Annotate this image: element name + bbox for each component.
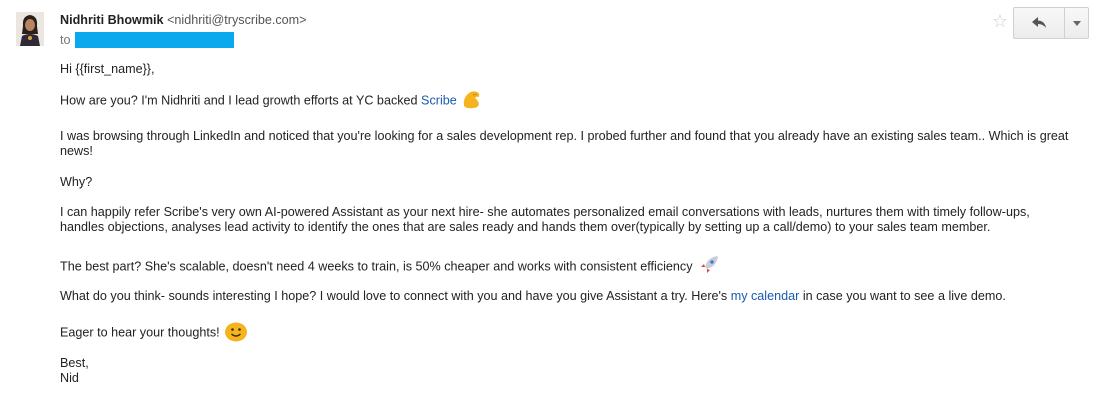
intro-paragraph: How are you? I'm Nidhriti and I lead gro… — [60, 88, 483, 114]
reply-icon — [1032, 17, 1046, 28]
refer-paragraph: I can happily refer Scribe's very own AI… — [60, 205, 1030, 234]
rocket-emoji-icon — [697, 253, 721, 281]
reply-button-group — [1013, 7, 1089, 39]
think-text-after: in case you want to see a live demo. — [799, 289, 1006, 303]
reply-button[interactable] — [1014, 8, 1065, 38]
eager-paragraph: Eager to hear your thoughts! — [60, 320, 248, 346]
browsing-paragraph: I was browsing through LinkedIn and noti… — [60, 129, 1069, 158]
signature: Best, Nid — [60, 356, 89, 386]
best-part-text: The best part? She's scalable, doesn't n… — [60, 259, 693, 274]
sender-line: Nidhriti Bhowmik <nidhriti@tryscribe.com… — [60, 13, 307, 27]
chevron-down-icon — [1072, 20, 1081, 26]
sender-email: <nidhriti@tryscribe.com> — [167, 13, 307, 27]
sender-name[interactable]: Nidhriti Bhowmik — [60, 13, 164, 27]
think-paragraph: What do you think- sounds interesting I … — [60, 289, 1006, 304]
recipient-redacted — [75, 32, 234, 48]
more-options-button[interactable] — [1065, 8, 1088, 38]
eager-text: Eager to hear your thoughts! — [60, 325, 220, 340]
intro-text: How are you? I'm Nidhriti and I lead gro… — [60, 93, 422, 108]
why-paragraph: Why? — [60, 175, 93, 189]
smiley-emoji-icon — [224, 320, 248, 346]
greeting: Hi {{first_name}}, — [60, 62, 155, 76]
flexed-biceps-emoji-icon — [461, 88, 483, 114]
to-label: to — [60, 33, 71, 47]
calendar-link[interactable]: my calendar — [731, 289, 800, 303]
scribe-link[interactable]: Scribe — [421, 93, 457, 107]
star-icon[interactable]: ☆ — [990, 10, 1010, 32]
avatar — [16, 12, 44, 46]
signoff: Best, — [60, 356, 89, 370]
best-part-paragraph: The best part? She's scalable, doesn't n… — [60, 253, 721, 281]
think-text-before: What do you think- sounds interesting I … — [60, 289, 731, 303]
signature-name: Nid — [60, 371, 79, 385]
